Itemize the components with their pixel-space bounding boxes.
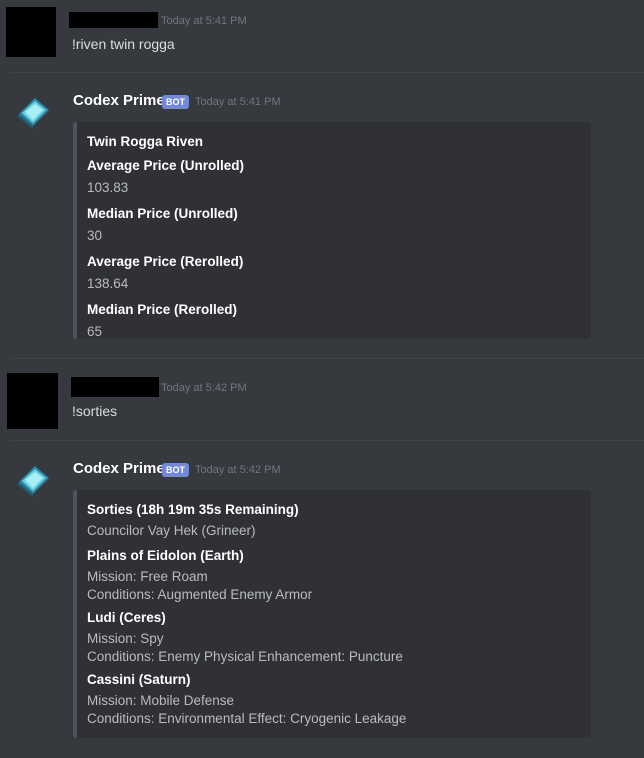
field-name: Average Price (Unrolled): [87, 158, 245, 173]
mission-name: Plains of Eidolon (Earth): [87, 548, 244, 563]
user-avatar[interactable]: [7, 373, 58, 429]
mission-conditions: Conditions: Augmented Enemy Armor: [87, 587, 313, 602]
message-divider: [10, 358, 644, 359]
redacted-username[interactable]: [71, 377, 159, 397]
redacted-username[interactable]: [69, 12, 158, 28]
mission-name: Ludi (Ceres): [87, 610, 166, 625]
bot-badge: BOT: [162, 95, 189, 109]
field-value: 30: [87, 228, 103, 243]
message-timestamp: Today at 5:42 PM: [161, 382, 247, 394]
message-timestamp: Today at 5:41 PM: [195, 96, 281, 108]
mission-type: Mission: Free Roam: [87, 569, 208, 584]
message-timestamp: Today at 5:41 PM: [161, 15, 247, 27]
field-value: 138.64: [87, 276, 129, 291]
message-divider: [10, 440, 644, 441]
bot-username[interactable]: Codex Prime: [73, 460, 165, 477]
message-divider: [10, 72, 644, 73]
message-text: !riven twin rogga: [72, 36, 175, 52]
codex-crystal-book-icon[interactable]: [13, 92, 53, 132]
embed-title: Sorties (18h 19m 35s Remaining): [87, 502, 299, 517]
mission-conditions: Conditions: Enemy Physical Enhancement: …: [87, 649, 403, 664]
field-name: Average Price (Rerolled): [87, 254, 244, 269]
mission-type: Mission: Spy: [87, 631, 164, 646]
mission-name: Cassini (Saturn): [87, 672, 191, 687]
bot-username[interactable]: Codex Prime: [73, 92, 165, 109]
riven-embed: Twin Rogga Riven Average Price (Unrolled…: [73, 122, 591, 339]
user-avatar[interactable]: [6, 7, 56, 57]
mission-conditions: Conditions: Environmental Effect: Cryoge…: [87, 711, 407, 726]
mission-type: Mission: Mobile Defense: [87, 693, 235, 708]
field-value: 103.83: [87, 180, 129, 195]
embed-title: Twin Rogga Riven: [87, 134, 204, 149]
field-value: 65: [87, 324, 103, 339]
sorties-embed: Sorties (18h 19m 35s Remaining) Councilo…: [73, 490, 591, 738]
field-name: Median Price (Unrolled): [87, 206, 238, 221]
message-timestamp: Today at 5:42 PM: [195, 464, 281, 476]
field-name: Median Price (Rerolled): [87, 302, 238, 317]
embed-subtitle: Councilor Vay Hek (Grineer): [87, 523, 256, 538]
bot-badge: BOT: [162, 463, 189, 477]
codex-crystal-book-icon[interactable]: [13, 460, 53, 500]
message-text: !sorties: [72, 403, 118, 419]
